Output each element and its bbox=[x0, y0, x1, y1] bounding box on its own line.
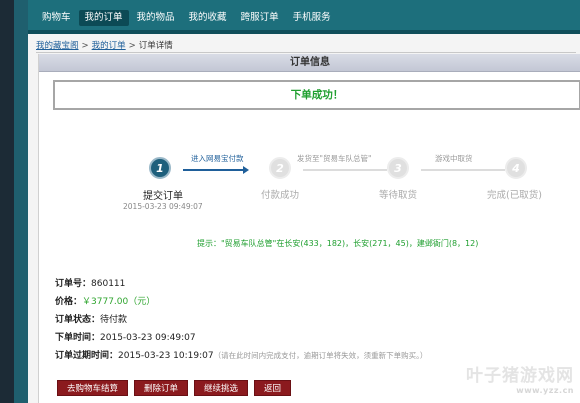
connector-label-pay: 进入网易宝付款 bbox=[191, 154, 244, 163]
watermark-brand: 叶子猪游戏网 bbox=[466, 366, 574, 386]
order-number-value: 860111 bbox=[91, 279, 126, 289]
order-progress: 进入网易宝付款 发货至"贸易车队总管" 游戏中取货 1 2 3 4 提交订单 2… bbox=[39, 54, 580, 254]
site-watermark: 叶子猪游戏网 www.yzz.cn bbox=[466, 361, 574, 395]
nav-item-cart[interactable]: 购物车 bbox=[36, 10, 77, 26]
order-info-panel: 订单信息 下单成功！ 进入网易宝付款 发货至"贸易车队总管" 游戏中取货 1 2… bbox=[38, 54, 580, 403]
step-1-label: 提交订单 bbox=[143, 191, 183, 202]
watermark-url: www.yzz.cn bbox=[516, 386, 574, 395]
nav-item-my-favorites[interactable]: 我的收藏 bbox=[183, 10, 233, 26]
order-created-value: 2015-03-23 09:49:07 bbox=[100, 333, 196, 343]
step-4-label: 完成(已取货) bbox=[487, 190, 542, 201]
nav-row: 购物车 我的订单 我的物品 我的收藏 跨服订单 手机服务 bbox=[36, 10, 339, 26]
breadcrumb-orders-link[interactable]: 我的订单 bbox=[92, 41, 126, 51]
breadcrumb-separator: > bbox=[81, 41, 89, 51]
order-price-label: 价格： bbox=[55, 297, 83, 307]
breadcrumb-separator: > bbox=[128, 41, 136, 51]
left-strip-accent bbox=[14, 0, 28, 403]
order-created-label: 下单时间： bbox=[55, 333, 101, 343]
step-1-badge: 1 bbox=[149, 157, 171, 179]
order-price-row: 价格：￥3777.00（元） bbox=[55, 294, 155, 307]
nav-item-my-orders[interactable]: 我的订单 bbox=[78, 10, 129, 26]
order-status-label: 订单状态： bbox=[55, 315, 101, 325]
order-number-row: 订单号：860111 bbox=[55, 276, 125, 289]
delete-order-button[interactable]: 删除订单 bbox=[134, 380, 189, 396]
back-button[interactable]: 返回 bbox=[254, 380, 292, 396]
order-price-value: ￥3777.00（元） bbox=[82, 297, 156, 307]
action-buttons: 去购物车结算 删除订单 继续挑选 返回 bbox=[57, 380, 292, 396]
order-expire-value: 2015-03-23 10:19:07 bbox=[118, 351, 214, 361]
left-strip bbox=[0, 0, 28, 403]
order-status-value: 待付款 bbox=[100, 315, 128, 325]
order-status-row: 订单状态：待付款 bbox=[55, 312, 127, 325]
step-2-label: 付款成功 bbox=[261, 190, 300, 201]
top-navigation: 购物车 我的订单 我的物品 我的收藏 跨服订单 手机服务 bbox=[28, 0, 580, 34]
breadcrumb-home-link[interactable]: 我的藏宝阁 bbox=[36, 41, 79, 51]
breadcrumb-current: 订单详情 bbox=[138, 41, 173, 51]
order-expire-label: 订单过期时间： bbox=[55, 351, 119, 361]
step-3-label: 等待取货 bbox=[379, 190, 418, 201]
step-4-badge: 4 bbox=[505, 157, 527, 179]
arrow-right-icon bbox=[243, 166, 249, 174]
order-number-label: 订单号： bbox=[55, 279, 92, 289]
connector-label-deliver: 发货至"贸易车队总管" bbox=[297, 154, 372, 163]
step-2-badge: 2 bbox=[269, 157, 291, 179]
pickup-tip: 提示："贸易车队总管"在长安(433，182)，长安(271，45)，建邺衙门(… bbox=[197, 239, 479, 248]
main-content: 我的藏宝阁 > 我的订单 > 订单详情 订单信息 下单成功！ 进入网易宝付款 发货至"贸… bbox=[28, 34, 580, 403]
connector-label-pickup: 游戏中取货 bbox=[435, 154, 473, 163]
connector-line-pay bbox=[183, 169, 245, 171]
order-expire-note: （请在此时间内完成支付，逾期订单将失效，须重新下单购买。） bbox=[213, 351, 428, 360]
nav-item-cross-server-orders[interactable]: 跨服订单 bbox=[235, 10, 285, 26]
checkout-cart-button[interactable]: 去购物车结算 bbox=[57, 380, 129, 396]
breadcrumb-divider bbox=[36, 52, 576, 53]
order-created-row: 下单时间：2015-03-23 09:49:07 bbox=[55, 330, 196, 343]
nav-item-mobile-service[interactable]: 手机服务 bbox=[287, 10, 337, 26]
breadcrumb: 我的藏宝阁 > 我的订单 > 订单详情 bbox=[36, 39, 173, 51]
step-1-time: 2015-03-23 09:49:07 bbox=[123, 202, 203, 211]
order-expire-row: 订单过期时间：2015-03-23 10:19:07（请在此时间内完成支付，逾期… bbox=[55, 348, 427, 361]
step-3-badge: 3 bbox=[387, 157, 409, 179]
connector-line-pickup bbox=[421, 169, 505, 171]
continue-shopping-button[interactable]: 继续挑选 bbox=[194, 380, 249, 396]
connector-line-deliver bbox=[303, 169, 387, 171]
nav-item-my-items[interactable]: 我的物品 bbox=[131, 10, 181, 26]
